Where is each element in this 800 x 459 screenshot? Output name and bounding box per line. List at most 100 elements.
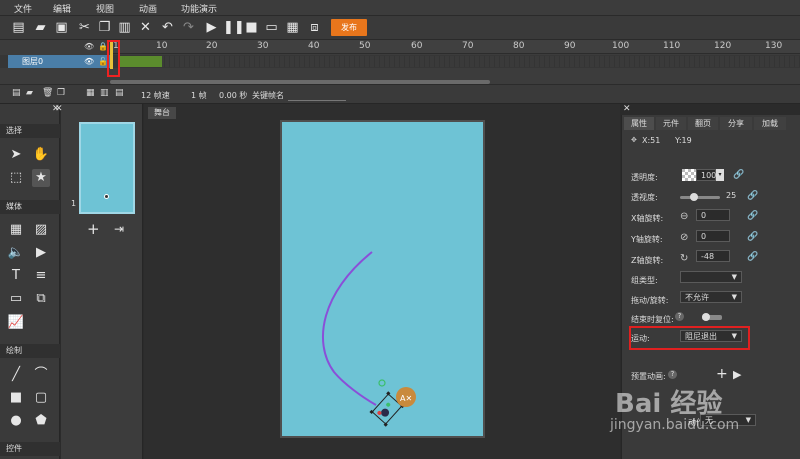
close-icon[interactable]: ✕ <box>623 104 631 114</box>
chart-tool-icon[interactable]: 📈 <box>7 314 25 332</box>
remove-frame-icon[interactable]: ▤ <box>115 89 125 98</box>
insert-keyframe-icon[interactable]: ▥ <box>100 89 110 98</box>
pause-icon[interactable]: ❚❚ <box>223 19 245 36</box>
x-rotation-input[interactable]: 0 <box>696 209 730 221</box>
layer-eye-icon[interactable]: 👁 <box>84 57 94 66</box>
menu-view[interactable]: 视图 <box>96 2 114 15</box>
opacity-dropdown-icon[interactable]: ▾ <box>716 169 724 181</box>
transparency-swatch <box>682 169 696 181</box>
preview-icon[interactable]: ▭ <box>263 19 280 36</box>
hand-tool-icon[interactable]: ✋ <box>32 146 50 164</box>
copy-layer-icon[interactable]: ❐ <box>57 89 67 98</box>
rotate-handle[interactable] <box>378 379 386 387</box>
stage-canvas[interactable]: A✕ <box>280 120 485 438</box>
ruler-label: 60 <box>411 41 423 51</box>
tab-share[interactable]: 分享 <box>720 117 752 130</box>
end-reset-toggle-knob[interactable] <box>702 313 710 321</box>
circle-tool-icon[interactable]: ● <box>7 412 25 430</box>
menu-bar: 文件 编辑 视图 动画 功能演示 <box>0 0 800 16</box>
save-icon[interactable]: ▣ <box>53 19 70 36</box>
curve-tool-icon[interactable]: ⌒ <box>32 366 50 384</box>
opacity-input[interactable]: 100 <box>696 169 716 181</box>
visibility-eye-icon[interactable]: 👁 <box>84 42 94 51</box>
link-icon[interactable]: 🔗 <box>747 252 758 262</box>
ruler-label: 110 <box>663 41 681 51</box>
insert-frame-icon[interactable]: ▦ <box>86 89 96 98</box>
paragraph-tool-icon[interactable]: ≡ <box>32 267 50 285</box>
tab-loading[interactable]: 加载 <box>754 117 786 130</box>
trash-icon[interactable]: 🗑 <box>42 89 53 98</box>
stage-tab[interactable]: 舞台 <box>148 107 176 119</box>
video-tool-icon[interactable]: ▶ <box>32 244 50 262</box>
section-select[interactable]: 选择 <box>0 124 60 138</box>
z-rotation-input[interactable]: -48 <box>696 250 730 262</box>
frame-tool-icon[interactable]: ▭ <box>7 290 25 308</box>
play-preset-icon[interactable]: ▶ <box>733 368 741 381</box>
link-icon[interactable]: 🔗 <box>747 191 758 201</box>
menu-edit[interactable]: 编辑 <box>53 2 71 15</box>
open-folder-icon[interactable]: ▰ <box>32 19 49 36</box>
redo-icon[interactable]: ↷ <box>180 19 197 36</box>
watermark: Bai 经验 jingyan.baidu.com <box>610 383 800 443</box>
motion-select[interactable]: 阻尼退出 ▼ <box>680 330 742 342</box>
help-icon[interactable]: ? <box>668 370 677 379</box>
grid-tool-icon[interactable]: ▦ <box>7 221 25 239</box>
import-page-icon[interactable]: ⇥ <box>114 222 124 236</box>
paste-icon[interactable]: ▥ <box>116 19 133 36</box>
undo-icon[interactable]: ↶ <box>159 19 176 36</box>
timeline-scrollbar[interactable] <box>110 80 490 84</box>
transform-tool-icon[interactable]: ⬚ <box>7 169 25 187</box>
tab-page-turn[interactable]: 翻页 <box>688 117 718 130</box>
add-layer-icon[interactable]: ▤ <box>12 89 22 98</box>
delete-icon[interactable]: ✕ <box>137 19 154 36</box>
keyframe-name-input[interactable] <box>288 89 346 101</box>
section-draw[interactable]: 绘制 <box>0 344 60 358</box>
copy-icon[interactable]: ❐ <box>96 19 113 36</box>
stop-icon[interactable]: ■ <box>243 19 260 36</box>
play-icon[interactable]: ▶ <box>203 19 220 36</box>
text-tool-icon[interactable]: T <box>7 267 25 285</box>
pointer-tool-icon[interactable]: ➤ <box>7 146 25 164</box>
close-icon[interactable]: ✕ <box>55 104 63 114</box>
link-icon[interactable]: 🔗 <box>747 211 758 221</box>
motion-tween-bar[interactable] <box>120 56 162 67</box>
section-media[interactable]: 媒体 <box>0 200 60 214</box>
perspective-slider-knob[interactable] <box>690 193 698 201</box>
help-icon[interactable]: ? <box>675 312 684 321</box>
page-thumbnail[interactable] <box>79 122 135 214</box>
layer-name[interactable]: 图层0 <box>8 55 110 68</box>
html5-icon[interactable]: ⧈ <box>306 19 323 36</box>
rectangle-tool-icon[interactable]: ■ <box>7 389 25 407</box>
menu-animation[interactable]: 动画 <box>139 2 157 15</box>
group-type-select[interactable]: ▼ <box>680 271 742 283</box>
tab-components[interactable]: 元件 <box>656 117 686 130</box>
rounded-rect-tool-icon[interactable]: ▢ <box>32 389 50 407</box>
qr-code-icon[interactable]: ▦ <box>284 19 301 36</box>
motion-path[interactable] <box>322 251 377 406</box>
link-icon[interactable]: 🔗 <box>733 170 744 180</box>
menu-file[interactable]: 文件 <box>14 2 32 15</box>
add-page-icon[interactable]: + <box>87 220 100 238</box>
code-tool-icon[interactable]: ⧉ <box>32 290 50 308</box>
frames-strip[interactable] <box>120 56 800 67</box>
watermark-url: jingyan.baidu.com <box>610 417 740 433</box>
publish-button[interactable]: 发布 <box>331 19 367 36</box>
menu-demo[interactable]: 功能演示 <box>181 2 217 15</box>
drag-rotate-select[interactable]: 不允许 ▼ <box>680 291 742 303</box>
link-icon[interactable]: 🔗 <box>747 232 758 242</box>
new-file-icon[interactable]: ▤ <box>10 19 27 36</box>
sound-tool-icon[interactable]: 🔈 <box>7 244 25 262</box>
pentagon-tool-icon[interactable]: ⬟ <box>32 412 50 430</box>
line-tool-icon[interactable]: ╱ <box>7 366 25 384</box>
folder-icon[interactable]: ▰ <box>26 89 36 98</box>
perspective-slider[interactable] <box>680 196 720 199</box>
add-preset-icon[interactable]: + <box>716 366 728 382</box>
image-tool-icon[interactable]: ▨ <box>32 221 50 239</box>
timeline-ruler[interactable]: 1 10 20 30 40 50 60 70 80 90 100 110 120… <box>110 40 800 54</box>
tab-properties[interactable]: 属性 <box>624 117 654 130</box>
group-type-label: 组类型: <box>631 276 658 285</box>
y-rotation-input[interactable]: 0 <box>696 230 730 242</box>
cut-icon[interactable]: ✂ <box>76 19 93 36</box>
section-controls[interactable]: 控件 <box>0 442 60 456</box>
star-select-tool-icon[interactable]: ★ <box>32 169 50 187</box>
